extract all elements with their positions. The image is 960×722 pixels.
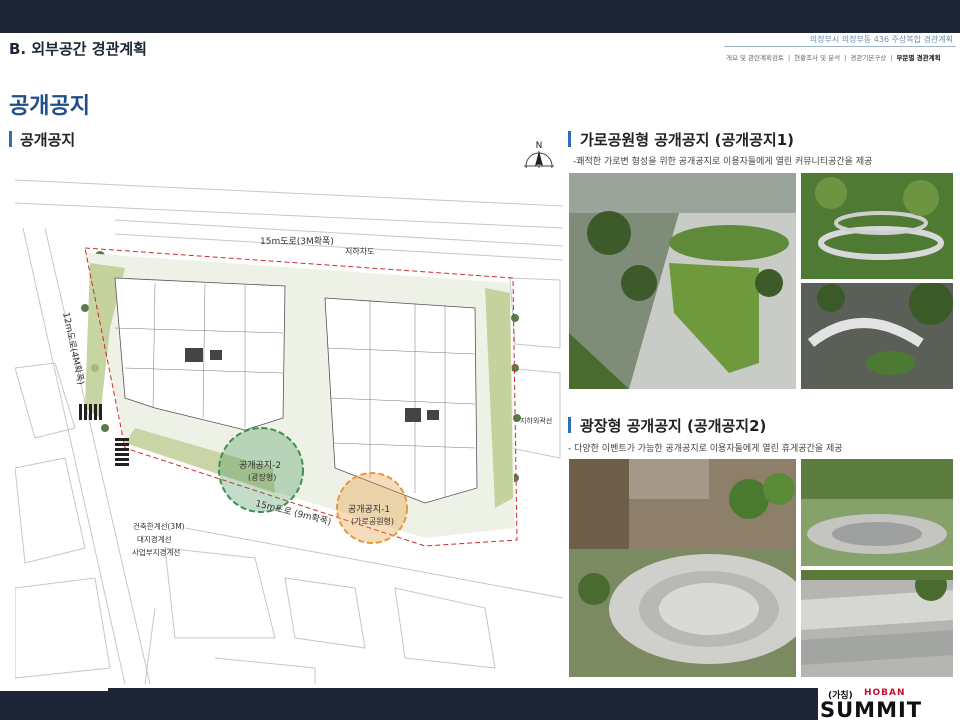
breadcrumb-nav: 개요 및 관련계획검토 | 현황조사 및 분석 | 경관기본구상 | 부문별 경관계획 bbox=[724, 52, 956, 62]
header-divider bbox=[724, 46, 956, 47]
basement-line-label: 지하외곽선 bbox=[520, 416, 552, 425]
plaza-photo-bottom-right bbox=[801, 570, 953, 677]
brand-logo: (가칭) HOBAN SUMMIT bbox=[818, 687, 960, 722]
public-space-1-label: 공개공지-1 bbox=[348, 504, 390, 515]
section-title: B. 외부공간 경관계획 bbox=[9, 40, 147, 58]
public-space-2-label: 공개공지-2 bbox=[239, 460, 281, 471]
note-line-2: 대지경계선 bbox=[137, 534, 172, 544]
nav-item-sectoral[interactable]: 부문별 경관계획 bbox=[896, 54, 940, 62]
note-line-1: 건축한계선(3M) bbox=[133, 521, 185, 531]
section2-description: - 다양한 이벤트가 가능한 공개공지로 이용자들에게 열린 휴게공간을 제공 bbox=[568, 444, 843, 454]
left-heading: 공개공지 bbox=[20, 131, 76, 149]
section2-heading: 광장형 공개공지 (공개공지2) bbox=[580, 417, 767, 435]
road-top-label: 15m도로(3M확폭) bbox=[260, 235, 334, 247]
bottom-bar bbox=[0, 688, 960, 720]
plaza-photo-top-right bbox=[801, 459, 953, 566]
street-park-photo-bottom-right bbox=[801, 283, 953, 389]
section1-heading: 가로공원형 공개공지 (공개공지1) bbox=[580, 131, 794, 149]
public-space-2-sublabel: (광장형) bbox=[248, 472, 276, 482]
nav-item-survey[interactable]: 현황조사 및 분석 bbox=[794, 54, 840, 62]
section2-accent-bar bbox=[568, 417, 571, 433]
nav-separator: | bbox=[890, 54, 893, 62]
brand-name: SUMMIT bbox=[820, 698, 923, 722]
plaza-photo-main bbox=[569, 459, 796, 677]
project-title: 의정부시 의정부동 436 주상복합 경관계획 bbox=[809, 35, 953, 44]
section1-accent-bar bbox=[568, 131, 571, 147]
bottom-accent bbox=[0, 687, 108, 691]
page-title: 공개공지 bbox=[9, 94, 90, 119]
street-park-photo-top-right bbox=[801, 173, 953, 279]
street-park-photo-main bbox=[569, 173, 796, 389]
nav-item-concept[interactable]: 경관기본구상 bbox=[850, 54, 886, 62]
top-bar bbox=[0, 0, 960, 33]
section1-description: -쾌적한 가로변 형성을 위한 공개공지로 이용자들에게 열린 커뮤니티공간을 … bbox=[573, 157, 873, 167]
brand-small: HOBAN bbox=[864, 688, 906, 698]
nav-item-overview[interactable]: 개요 및 관련계획검토 bbox=[726, 54, 784, 62]
underpass-label: 지하차도 bbox=[345, 246, 374, 256]
nav-separator: | bbox=[844, 54, 847, 62]
public-space-1-sublabel: (가로공원형) bbox=[351, 517, 394, 526]
nav-separator: | bbox=[787, 54, 791, 62]
site-plan: 15m도로(3M확폭) 지하차도 12m도로(4M확폭) 15m도로 (9m확폭… bbox=[15, 168, 563, 684]
note-line-3: 사업부지경계선 bbox=[132, 547, 180, 557]
compass-label: N bbox=[536, 141, 543, 151]
heading-accent-bar bbox=[9, 131, 12, 147]
